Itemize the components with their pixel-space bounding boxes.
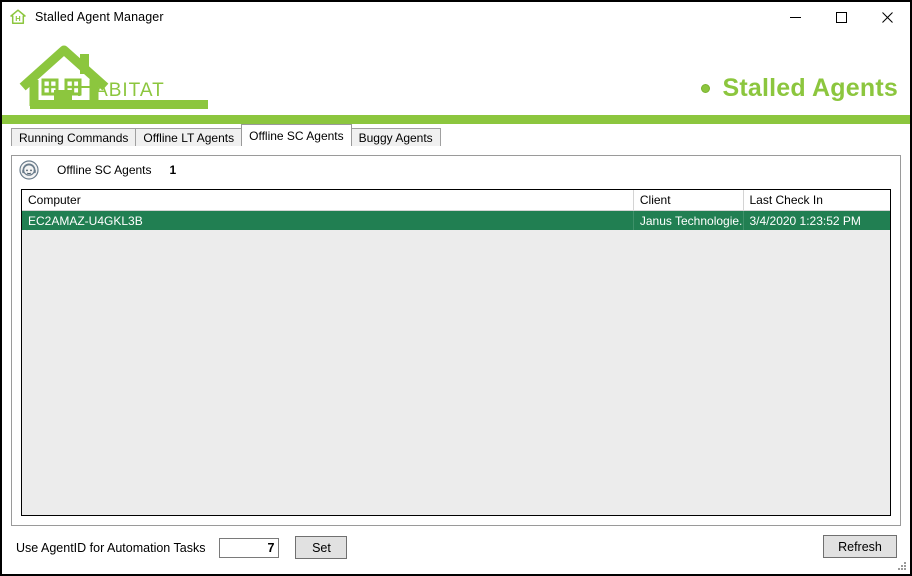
agentid-label: Use AgentID for Automation Tasks [16,541,205,555]
grid-header-row: Computer Client Last Check In [22,190,890,211]
svg-text:HABITAT: HABITAT [76,74,165,102]
tab-running-commands[interactable]: Running Commands [11,128,136,146]
application-window: H Stalled Agent Manager [0,0,912,576]
minimize-button[interactable] [772,2,818,32]
house-icon: H [9,8,27,26]
section-label: Offline SC Agents [57,163,152,177]
section-count-badge: 1 [170,163,177,177]
minimize-icon [790,12,801,23]
agents-grid[interactable]: Computer Client Last Check In EC2AMAZ-U4… [21,189,891,516]
title-bar: H Stalled Agent Manager [2,2,910,32]
page-title-group: Stalled Agents [701,74,898,103]
page-title: Stalled Agents [722,74,898,103]
agentid-control-group: Use AgentID for Automation Tasks Set [16,536,347,559]
section-header: Offline SC Agents 1 [12,156,900,184]
refresh-button[interactable]: Refresh [823,535,897,558]
tab-offline-lt-agents[interactable]: Offline LT Agents [135,128,242,146]
tab-offline-sc-agents[interactable]: Offline SC Agents [241,124,352,146]
column-header-last-check-in[interactable]: Last Check In [744,190,891,210]
tab-label: Offline LT Agents [143,131,234,145]
close-button[interactable] [864,2,910,32]
tab-strip-area: Running Commands Offline LT Agents Offli… [2,124,910,146]
window-title: Stalled Agent Manager [35,10,164,24]
tab-panel-offline-sc-agents: Offline SC Agents 1 Computer Client Last… [11,155,901,526]
status-dot-icon [701,84,710,93]
window-controls [772,2,910,32]
resize-grip-icon[interactable] [896,560,908,572]
tab-strip: Running Commands Offline LT Agents Offli… [11,124,440,146]
set-button[interactable]: Set [295,536,347,559]
cell-last-check-in: 3/4/2020 1:23:52 PM [744,211,891,230]
habitat-logo: HABITAT [16,36,212,116]
cell-computer: EC2AMAZ-U4GKL3B [22,211,634,230]
column-header-client[interactable]: Client [634,190,744,210]
agentid-input[interactable] [219,538,279,558]
tab-label: Offline SC Agents [249,129,344,143]
column-header-computer[interactable]: Computer [22,190,634,210]
close-icon [882,12,893,23]
maximize-button[interactable] [818,2,864,32]
brand-header: HABITAT Stalled Agents [2,32,910,124]
tab-buggy-agents[interactable]: Buggy Agents [351,128,441,146]
tab-label: Running Commands [19,131,128,145]
maximize-icon [836,12,847,23]
svg-text:H: H [15,14,20,23]
support-agent-icon [19,160,39,180]
table-row[interactable]: EC2AMAZ-U4GKL3B Janus Technologie... 3/4… [22,211,890,230]
bottom-toolbar: Use AgentID for Automation Tasks Set Ref… [2,530,910,574]
tab-label: Buggy Agents [359,131,433,145]
cell-client: Janus Technologie... [634,211,744,230]
